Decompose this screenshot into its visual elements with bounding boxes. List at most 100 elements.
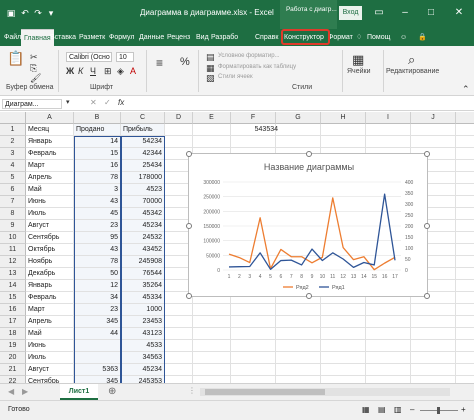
cell-c4[interactable]: 25434 [121,160,165,172]
cells-button[interactable]: Ячейки [347,68,370,75]
cell-a22[interactable]: Сентябрь [26,376,74,383]
font-color-icon[interactable]: A [130,66,136,76]
cell-empty[interactable] [456,184,474,196]
cell-c10[interactable]: 24532 [121,232,165,244]
column-header-a[interactable]: A [26,112,74,124]
row-header[interactable]: 9 [0,220,26,232]
cell-empty[interactable] [276,376,321,383]
page-layout-icon[interactable]: ▤ [378,405,386,414]
underline-icon[interactable]: Ч [90,66,96,76]
cell-empty[interactable] [321,352,366,364]
row-header[interactable]: 2 [0,136,26,148]
cell-empty[interactable] [456,148,474,160]
cell-empty[interactable] [321,364,366,376]
tab-formulas[interactable]: Формул [109,29,134,46]
cond-format-button[interactable]: Условное форматир... [218,53,280,59]
cell-empty[interactable] [366,328,411,340]
cell-a10[interactable]: Сентябрь [26,232,74,244]
cell-b21[interactable]: 5363 [74,364,121,376]
cell-b19[interactable] [74,340,121,352]
column-header-e[interactable]: E [193,112,231,124]
cell-empty[interactable] [456,244,474,256]
cell-empty[interactable] [165,376,193,383]
cell-empty[interactable] [456,376,474,383]
font-size-box[interactable]: 10 [116,52,134,62]
cell-empty[interactable] [165,352,193,364]
cell-c11[interactable]: 43452 [121,244,165,256]
enter-icon[interactable]: ✓ [104,98,111,107]
cell-a3[interactable]: Февраль [26,148,74,160]
cell-b7[interactable]: 43 [74,196,121,208]
cell-empty[interactable] [276,364,321,376]
cell-empty[interactable] [165,328,193,340]
cell-c5[interactable]: 178000 [121,172,165,184]
column-header-b[interactable]: B [74,112,121,124]
cell-b6[interactable]: 3 [74,184,121,196]
maximize-button[interactable]: □ [424,6,438,20]
cell-c19[interactable]: 4533 [121,340,165,352]
cell-b15[interactable]: 34 [74,292,121,304]
cell-empty[interactable] [231,328,276,340]
tab-format[interactable]: Формат [328,29,353,46]
minimize-button[interactable]: – [398,6,412,20]
row-header[interactable]: 1 [0,124,26,136]
tab-help[interactable]: Справк [255,29,278,46]
sheet-tab-list1[interactable]: Лист1 [60,384,98,400]
row-header[interactable]: 17 [0,316,26,328]
cell-c6[interactable]: 4523 [121,184,165,196]
customize-qat-icon[interactable]: ▾ [46,8,56,18]
cell-b4[interactable]: 16 [74,160,121,172]
row-header[interactable]: 6 [0,184,26,196]
cell-empty[interactable] [456,172,474,184]
cell-empty[interactable] [276,316,321,328]
cell-c20[interactable]: 34563 [121,352,165,364]
cell-empty[interactable] [321,376,366,383]
cell-b2[interactable]: 14 [74,136,121,148]
column-header-k[interactable]: K [456,112,474,124]
cell-a13[interactable]: Декабрь [26,268,74,280]
column-header-c[interactable]: C [121,112,165,124]
cell-empty[interactable] [456,316,474,328]
cell-empty[interactable] [231,376,276,383]
format-painter-icon[interactable]: 🖌 [30,73,41,84]
cell-empty[interactable] [321,124,366,136]
cell-b13[interactable]: 50 [74,268,121,280]
row-header[interactable]: 14 [0,280,26,292]
cell-empty[interactable] [231,340,276,352]
tab-split-icon[interactable]: ⋮ [188,386,196,395]
percent-icon[interactable]: % [180,56,190,68]
cell-a5[interactable]: Апрель [26,172,74,184]
cell-b14[interactable]: 12 [74,280,121,292]
alignment-icon[interactable]: ≡ [156,56,163,70]
redo-icon[interactable]: ↷ [33,8,43,18]
cell-empty[interactable] [366,352,411,364]
resize-handle[interactable] [186,151,192,157]
cell-empty[interactable] [276,340,321,352]
cell-a9[interactable]: Август [26,220,74,232]
cell-empty[interactable] [193,136,231,148]
tab-layout[interactable]: Разметк [79,29,105,46]
font-name-box[interactable]: Calibri (Осно [66,52,112,62]
cell-empty[interactable] [456,160,474,172]
cell-a1[interactable]: Месяц [26,124,74,136]
cell-empty[interactable] [456,220,474,232]
cell-empty[interactable] [366,376,411,383]
cell-empty[interactable] [366,136,411,148]
cell-empty[interactable] [193,364,231,376]
cell-c3[interactable]: 42344 [121,148,165,160]
row-header[interactable]: 10 [0,232,26,244]
cell-c18[interactable]: 43123 [121,328,165,340]
cell-c8[interactable]: 45342 [121,208,165,220]
cell-empty[interactable] [366,304,411,316]
cell-empty[interactable] [366,316,411,328]
cell-styles-button[interactable]: Стили ячеек [218,74,253,80]
cell-empty[interactable] [231,304,276,316]
row-header[interactable]: 5 [0,172,26,184]
cell-empty[interactable] [231,352,276,364]
cell-empty[interactable] [276,124,321,136]
row-header[interactable]: 3 [0,148,26,160]
resize-handle[interactable] [424,223,430,229]
bold-icon[interactable]: Ж [66,66,74,76]
next-sheet-icon[interactable]: ▶ [22,387,28,396]
cell-a4[interactable]: Март [26,160,74,172]
